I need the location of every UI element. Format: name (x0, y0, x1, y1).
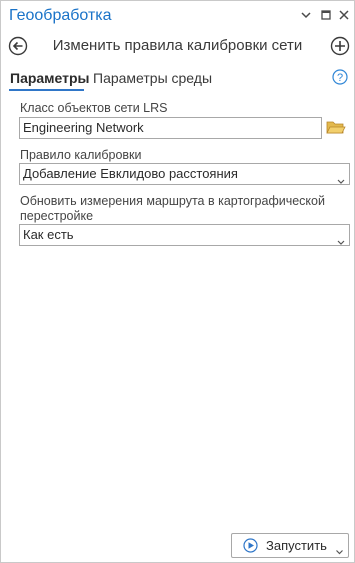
pane-titlebar: Геообработка (1, 1, 354, 31)
update-measures-label-line2: перестройке (20, 209, 94, 223)
calibration-rule-label: Правило калибровки (20, 148, 142, 162)
network-class-label: Класс объектов сети LRS (20, 101, 168, 115)
folder-icon[interactable] (326, 119, 346, 135)
help-icon[interactable]: ? (332, 69, 348, 85)
chevron-down-icon (337, 232, 345, 245)
update-measures-select[interactable]: Как есть (19, 224, 350, 246)
tab-environments[interactable]: Параметры среды (93, 70, 212, 86)
tab-strip: Параметры Параметры среды ? (1, 67, 354, 93)
close-icon[interactable] (337, 8, 351, 22)
update-measures-value: Как есть (23, 227, 74, 242)
back-arrow-icon[interactable] (8, 36, 28, 56)
network-class-input[interactable]: Engineering Network (19, 117, 322, 139)
calibration-rule-select[interactable]: Добавление Евклидово расстояния (19, 163, 350, 185)
calibration-rule-value: Добавление Евклидово расстояния (23, 166, 238, 181)
pane-title: Геообработка (9, 7, 112, 24)
update-measures-label-line1: Обновить измерения маршрута в картографи… (20, 194, 325, 208)
tool-header: Изменить правила калибровки сети (1, 31, 354, 63)
restore-icon[interactable] (319, 8, 333, 22)
tool-title: Изменить правила калибровки сети (52, 37, 303, 54)
play-icon (243, 538, 258, 553)
chevron-down-icon (337, 171, 345, 184)
svg-text:?: ? (337, 72, 343, 84)
geoprocessing-pane: Геообработка Изменить правила калибровки… (0, 0, 355, 563)
run-button-label: Запустить (266, 538, 327, 553)
chevron-down-icon[interactable] (299, 8, 313, 22)
add-icon[interactable] (330, 36, 350, 56)
chevron-down-icon[interactable] (336, 543, 343, 555)
tab-parameters[interactable]: Параметры (10, 70, 90, 86)
active-tab-indicator (9, 89, 84, 91)
run-button[interactable]: Запустить (231, 533, 349, 558)
